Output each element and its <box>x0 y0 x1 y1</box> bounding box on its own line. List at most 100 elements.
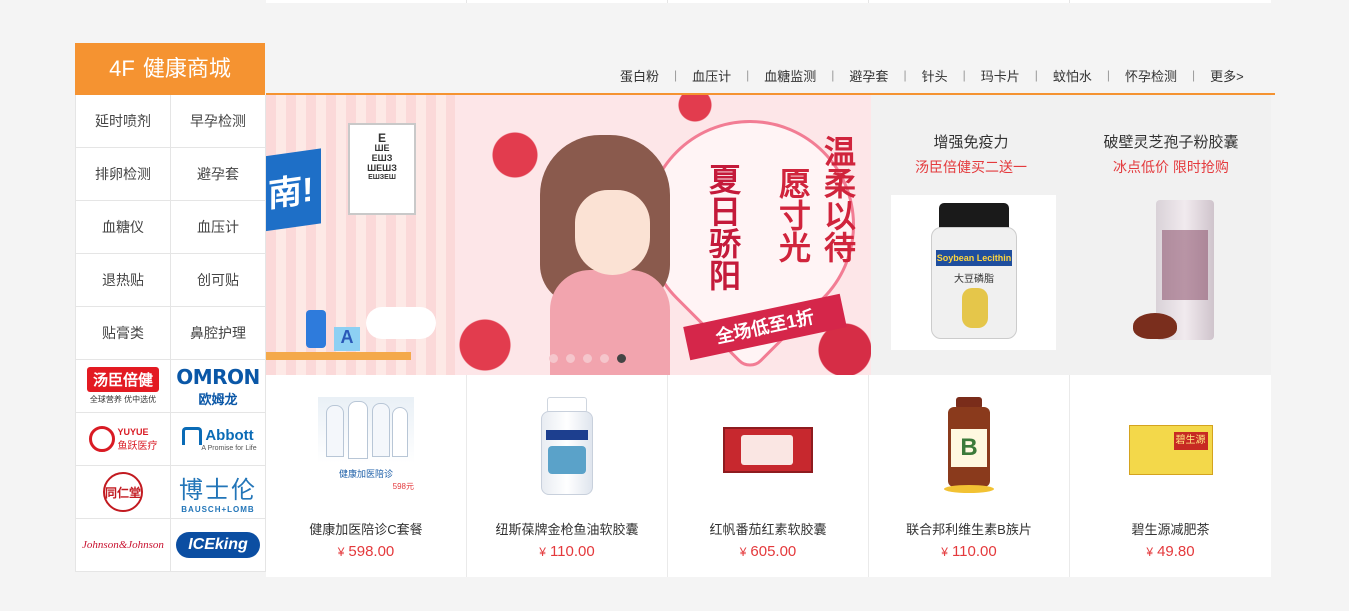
abbott-logo-mark <box>182 426 203 445</box>
yuyue-logo-text: YUYUE <box>117 426 149 437</box>
floor-quick-nav: 蛋白粉 | 血压计 | 血糖监测 | 避孕套 | 针头 | 玛卡片 | 蚊怕水 | 怀孕检测 |… <box>605 66 1259 84</box>
category-link[interactable]: 贴膏类 <box>76 307 171 360</box>
floor-number: 4F <box>109 56 135 81</box>
carousel-dot[interactable] <box>566 354 575 363</box>
product-row: 健康加医陪诊 598元 健康加医陪诊C套餐 ¥598.00 纽斯葆牌金枪鱼油软胶… <box>266 375 1271 577</box>
product-name[interactable]: 碧生源减肥茶 <box>1070 519 1271 538</box>
tch-tagline: 全球营养 优中选优 <box>89 395 157 404</box>
yuyue-logo-mark <box>88 426 115 452</box>
quick-nav-link[interactable]: 血压计 <box>677 66 746 85</box>
category-link[interactable]: 早孕检测 <box>171 95 266 148</box>
category-link[interactable]: 血压计 <box>171 201 266 254</box>
carousel-dot[interactable] <box>549 354 558 363</box>
category-link[interactable]: 延时喷剂 <box>76 95 171 148</box>
quick-nav-link[interactable]: 蚊怕水 <box>1038 66 1107 85</box>
promo-subtitle: 汤臣倍健买二送一 <box>915 159 1027 175</box>
product-card[interactable]: 纽斯葆牌金枪鱼油软胶囊 ¥110.00 <box>467 375 668 577</box>
girl-illustration-face <box>575 190 650 275</box>
quick-nav-link[interactable]: 针头 <box>907 66 963 85</box>
lecithin-label-en: Soybean Lecithin <box>936 250 1012 266</box>
abbott-logo-text: Abbott <box>205 427 254 444</box>
bausch-logo-en: BAUSCH+LOMB <box>181 505 255 514</box>
pencil-cup-illustration <box>306 310 326 348</box>
floor-title: 4F 健康商城 <box>75 43 265 95</box>
product-thumb-text: 碧生源 <box>1173 432 1208 450</box>
carousel-dot[interactable] <box>600 354 609 363</box>
side-banner[interactable]: 南! E ШЕ ЕШЗ ШЕШЗ ЕШЗЕШ A <box>266 95 455 375</box>
brand-logo-bausch[interactable]: 博士伦 BAUSCH+LOMB <box>171 466 266 519</box>
promo-subtitle: 冰点低价 限时抢购 <box>1113 159 1229 175</box>
iceking-logo-text: ICEking <box>176 532 260 558</box>
product-card[interactable]: 碧生源 碧生源减肥茶 ¥49.80 <box>1070 375 1271 577</box>
product-card[interactable]: B 联合邦利维生素B族片 ¥110.00 <box>869 375 1070 577</box>
yuyue-logo-cn: 鱼跃医疗 <box>117 440 158 452</box>
product-image <box>537 397 597 497</box>
brand-logo-abbott[interactable]: Abbott A Promise for Life <box>171 413 266 466</box>
omron-logo-cn: 欧姆龙 <box>198 391 238 407</box>
product-price: ¥49.80 <box>1146 543 1195 560</box>
category-link[interactable]: 鼻腔护理 <box>171 307 266 360</box>
previous-floor-edge <box>266 0 1271 3</box>
product-name[interactable]: 联合邦利维生素B族片 <box>869 519 1069 538</box>
promo-image-lecithin: Soybean Lecithin 大豆磷脂 <box>891 195 1056 350</box>
product-name[interactable]: 健康加医陪诊C套餐 <box>266 519 466 538</box>
brand-logo-jj[interactable]: Johnson&Johnson <box>76 519 171 572</box>
eye-chart-illustration: E ШЕ ЕШЗ ШЕШЗ ЕШЗЕШ <box>348 123 416 215</box>
product-image <box>723 397 813 497</box>
quick-nav-link[interactable]: 蛋白粉 <box>605 66 674 85</box>
product-name[interactable]: 纽斯葆牌金枪鱼油软胶囊 <box>467 519 667 538</box>
promo-title: 增强免疫力 <box>933 134 1009 151</box>
quick-nav-link[interactable]: 怀孕检测 <box>1110 66 1192 85</box>
main-carousel-banner[interactable]: 温柔以待 愿寸光 夏日骄阳 全场低至1折 <box>455 95 871 375</box>
tch-logo-text: 汤臣倍健 <box>86 367 159 392</box>
carousel-dot-active[interactable] <box>617 354 626 363</box>
banner-headline-col3: 温柔以待 <box>819 135 857 263</box>
category-grid: 延时喷剂 早孕检测 排卵检测 避孕套 血糖仪 血压计 退热贴 创可贴 贴膏类 鼻… <box>75 95 266 572</box>
cloud-illustration <box>366 307 436 339</box>
quick-nav-link[interactable]: 玛卡片 <box>966 66 1035 85</box>
product-thumb-letter: B <box>951 429 987 467</box>
carousel-dot[interactable] <box>583 354 592 363</box>
product-image: 健康加医陪诊 598元 <box>318 397 414 495</box>
abbott-tagline: A Promise for Life <box>201 444 257 452</box>
jj-logo-text: Johnson&Johnson <box>82 539 164 551</box>
banner-headline: 南! <box>266 148 321 233</box>
letter-block-illustration: A <box>334 327 360 351</box>
product-image: B <box>944 397 994 497</box>
lecithin-label-cn: 大豆磷脂 <box>954 274 994 285</box>
product-card[interactable]: 红帆番茄红素软胶囊 ¥605.00 <box>668 375 869 577</box>
carousel-indicators <box>549 354 626 363</box>
bausch-logo-cn: 博士伦 <box>179 477 257 504</box>
category-link[interactable]: 血糖仪 <box>76 201 171 254</box>
brand-logo-yuyue[interactable]: YUYUE 鱼跃医疗 <box>76 413 171 466</box>
promo-title: 破壁灵芝孢子粉胶囊 <box>1103 134 1239 151</box>
product-thumb-price: 598元 <box>392 482 414 491</box>
category-link[interactable]: 创可贴 <box>171 254 266 307</box>
banner-headline-col1: 夏日骄阳 <box>704 163 742 291</box>
tongrentang-seal: 同仁堂 <box>103 472 143 512</box>
brand-logo-omron[interactable]: OMRON 欧姆龙 <box>171 360 266 413</box>
omron-logo-text: OMRON <box>176 364 260 389</box>
category-link[interactable]: 避孕套 <box>171 148 266 201</box>
quick-nav-link[interactable]: 避孕套 <box>834 66 903 85</box>
promo-item[interactable]: 增强免疫力 汤臣倍健买二送一 Soybean Lecithin 大豆磷脂 <box>871 95 1071 375</box>
product-price: ¥110.00 <box>539 543 595 560</box>
more-link[interactable]: 更多> <box>1195 66 1259 85</box>
floor-name: 健康商城 <box>142 56 231 81</box>
product-card[interactable]: 健康加医陪诊 598元 健康加医陪诊C套餐 ¥598.00 <box>266 375 467 577</box>
brand-logo-iceking[interactable]: ICEking <box>171 519 266 572</box>
quick-nav-link[interactable]: 血糖监测 <box>749 66 831 85</box>
promo-panel: 增强免疫力 汤臣倍健买二送一 Soybean Lecithin 大豆磷脂 破壁灵… <box>871 95 1271 375</box>
product-price: ¥110.00 <box>941 543 997 560</box>
product-thumb-caption: 健康加医陪诊 <box>338 469 393 479</box>
promo-item[interactable]: 破壁灵芝孢子粉胶囊 冰点低价 限时抢购 <box>1071 95 1271 375</box>
product-name[interactable]: 红帆番茄红素软胶囊 <box>668 519 868 538</box>
desk-illustration <box>266 352 411 360</box>
brand-logo-tongrentang[interactable]: 同仁堂 <box>76 466 171 519</box>
category-link[interactable]: 排卵检测 <box>76 148 171 201</box>
product-price: ¥605.00 <box>739 543 797 560</box>
banner-headline-col2: 愿寸光 <box>774 167 812 263</box>
category-link[interactable]: 退热贴 <box>76 254 171 307</box>
promo-image-lingzhi <box>1091 195 1256 350</box>
brand-logo-tch[interactable]: 汤臣倍健 全球营养 优中选优 <box>76 360 171 413</box>
